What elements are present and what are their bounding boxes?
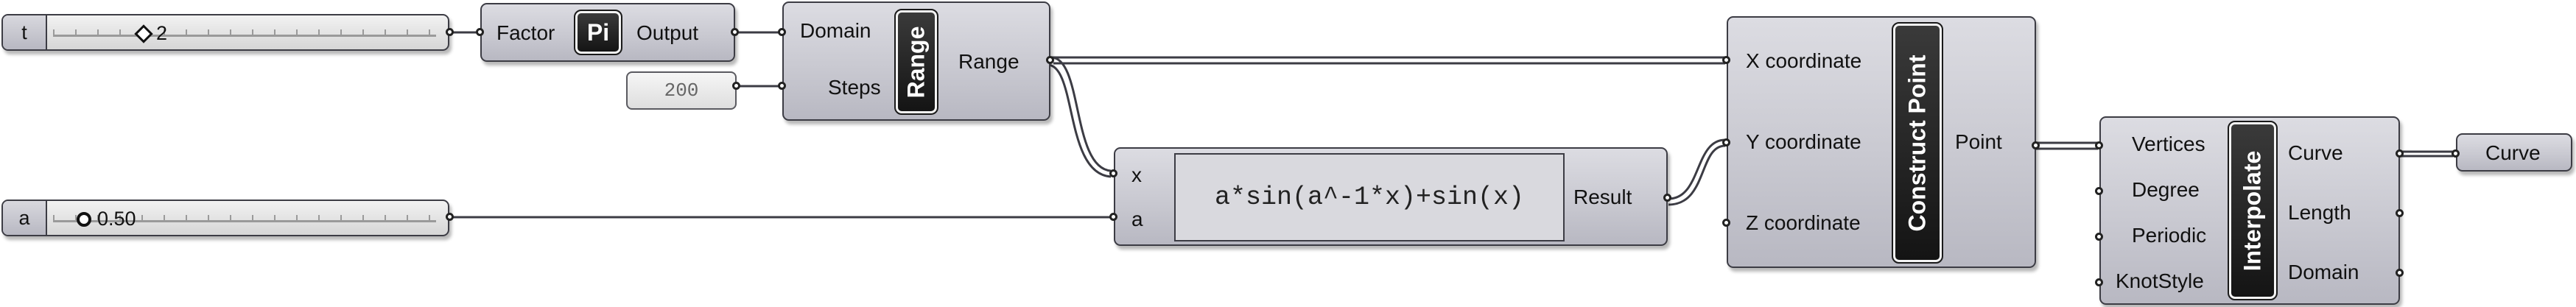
slider-t[interactable]: t 2	[1, 14, 449, 51]
port-vertices-in[interactable]	[2095, 141, 2103, 149]
construct-point-output: Point	[1955, 130, 2002, 153]
slider-t-track[interactable]	[53, 35, 436, 37]
pi-badge: Pi	[574, 10, 622, 55]
circle-icon	[77, 211, 91, 227]
slider-a-name: a	[3, 201, 47, 235]
port-range-out[interactable]	[1046, 56, 1054, 64]
range-badge-label: Range	[902, 26, 930, 98]
interpolate-input-periodic: Periodic	[2132, 224, 2207, 247]
port-expression-x-in[interactable]	[1109, 169, 1117, 177]
port-knotstyle-in[interactable]	[2095, 278, 2103, 286]
slider-a[interactable]: a 0.50	[1, 200, 449, 236]
port-x-coordinate-in[interactable]	[1722, 56, 1730, 64]
expression-component[interactable]: x a a*sin(a^-1*x)+sin(x) Result	[1114, 147, 1668, 246]
port-pi-factor-in[interactable]	[476, 28, 484, 36]
slider-t-name: t	[3, 15, 47, 49]
slider-t-ticks	[53, 29, 436, 35]
steps-panel[interactable]: 200	[626, 71, 737, 110]
range-input-domain: Domain	[800, 19, 871, 42]
port-curve-param-in[interactable]	[2452, 149, 2460, 158]
port-expression-a-in[interactable]	[1109, 213, 1117, 221]
port-slider-a-out[interactable]	[446, 213, 454, 221]
slider-t-value: 2	[156, 22, 168, 44]
expression-formula[interactable]: a*sin(a^-1*x)+sin(x)	[1174, 153, 1565, 241]
construct-point-badge-label: Construct Point	[1903, 54, 1931, 231]
interpolate-output-length: Length	[2288, 201, 2351, 224]
expression-input-a: a	[1131, 208, 1143, 230]
port-periodic-in[interactable]	[2095, 233, 2103, 241]
pi-output: Output	[636, 21, 699, 44]
wire-range-to-expr-x-b	[1047, 63, 1112, 178]
wire-expr-to-y-b	[1668, 144, 1726, 206]
port-point-out[interactable]	[2032, 141, 2040, 149]
port-expression-result-out[interactable]	[1663, 194, 1671, 202]
port-curve-out[interactable]	[2396, 149, 2404, 158]
port-range-domain-in[interactable]	[778, 28, 786, 36]
construct-point-badge: Construct Point	[1892, 22, 1943, 264]
construct-point-component[interactable]: X coordinate Y coordinate Z coordinate C…	[1727, 16, 2036, 268]
construct-point-input-z: Z coordinate	[1746, 211, 1861, 234]
range-badge: Range	[894, 9, 938, 115]
curve-param-component[interactable]: Curve	[2456, 133, 2572, 172]
port-panel-out[interactable]	[732, 82, 740, 90]
expression-output: Result	[1573, 186, 1632, 208]
wire-range-to-expr-x-a	[1050, 56, 1112, 172]
interpolate-input-degree: Degree	[2132, 178, 2200, 201]
interpolate-output-curve: Curve	[2288, 141, 2343, 164]
interpolate-badge-label: Interpolate	[2239, 150, 2266, 271]
expression-input-x: x	[1131, 163, 1142, 186]
port-z-coordinate-in[interactable]	[1722, 219, 1730, 227]
pi-component[interactable]: Factor Pi Output	[480, 3, 735, 62]
port-domain-out[interactable]	[2396, 269, 2404, 277]
slider-a-value: 0.50	[97, 208, 136, 230]
curve-param-label: Curve	[2485, 141, 2541, 164]
diamond-icon	[134, 24, 153, 43]
port-range-steps-in[interactable]	[778, 82, 786, 90]
range-input-steps: Steps	[828, 76, 881, 99]
construct-point-input-y: Y coordinate	[1746, 130, 1861, 153]
interpolate-component[interactable]: Vertices Degree Periodic KnotStyle Inter…	[2099, 116, 2400, 305]
port-length-out[interactable]	[2396, 209, 2404, 217]
slider-a-knob[interactable]: 0.50	[77, 208, 136, 230]
pi-badge-label: Pi	[586, 18, 610, 46]
interpolate-input-vertices: Vertices	[2132, 133, 2205, 155]
port-y-coordinate-in[interactable]	[1722, 138, 1730, 147]
interpolate-input-knotstyle: KnotStyle	[2116, 269, 2204, 292]
port-degree-in[interactable]	[2095, 187, 2103, 195]
port-slider-t-out[interactable]	[446, 28, 454, 36]
range-output: Range	[958, 50, 1019, 73]
slider-t-knob[interactable]: 2	[134, 22, 168, 45]
interpolate-badge: Interpolate	[2228, 121, 2278, 300]
port-pi-output-out[interactable]	[731, 28, 739, 36]
interpolate-output-domain: Domain	[2288, 261, 2359, 283]
construct-point-input-x: X coordinate	[1746, 49, 1862, 72]
wire-expression-to-y	[1668, 138, 1726, 200]
range-component[interactable]: Domain Steps Range Range	[782, 1, 1050, 121]
pi-input-factor: Factor	[496, 21, 555, 44]
